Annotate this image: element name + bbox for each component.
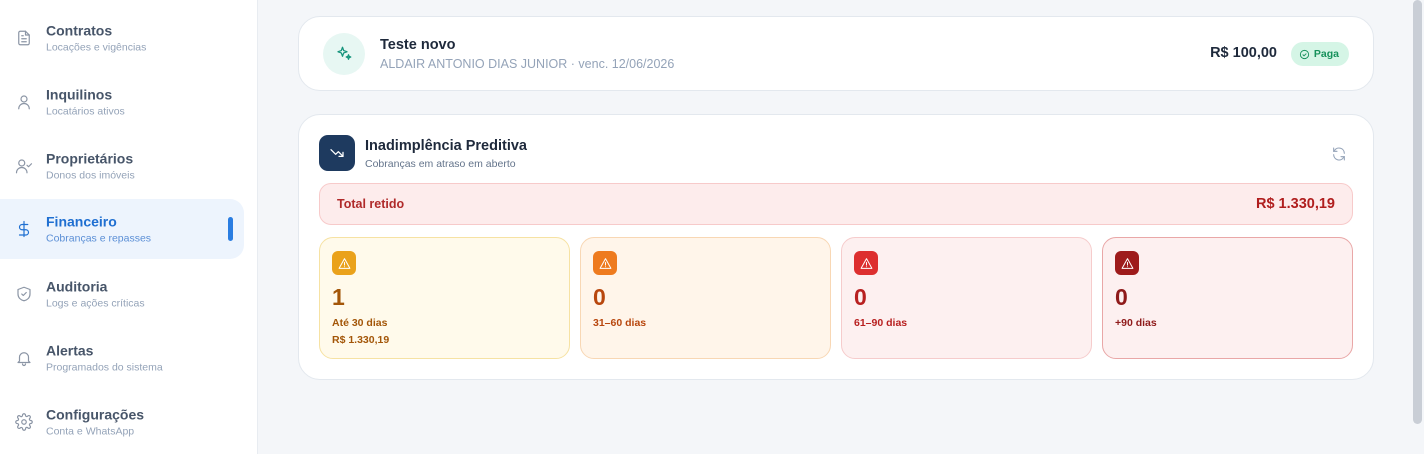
total-retido-bar: Total retido R$ 1.330,19: [319, 183, 1353, 225]
sidebar-item-alertas[interactable]: Alertas Programados do sistema: [0, 328, 244, 388]
bucket-label: 61–90 dias: [854, 317, 908, 329]
sidebar-item-title: Alertas: [46, 342, 94, 359]
bucket-count: 1: [332, 284, 345, 310]
sidebar-item-title: Auditoria: [46, 278, 108, 295]
sidebar-item-subtitle: Logs e ações críticas: [46, 297, 145, 310]
sparkles-icon: [323, 33, 365, 75]
active-indicator: [228, 217, 233, 241]
bucket-count: 0: [854, 284, 867, 310]
user-icon: [14, 92, 34, 112]
bucket-amount: R$ 1.330,19: [332, 334, 390, 346]
sidebar-item-inquilinos[interactable]: Inquilinos Locatários ativos: [0, 72, 244, 132]
bucket-label: 31–60 dias: [593, 317, 647, 329]
sidebar-item-title: Financeiro: [46, 213, 117, 230]
warning-icon: [332, 251, 356, 275]
sidebar-item-financeiro[interactable]: Financeiro Cobranças e repasses: [0, 199, 244, 259]
sidebar-item-title: Configurações: [46, 406, 145, 423]
bucket-label: Até 30 dias: [332, 317, 388, 329]
total-retido-value: R$ 1.330,19: [1255, 196, 1335, 212]
sidebar-item-subtitle: Conta e WhatsApp: [46, 425, 135, 438]
bucket-ate-30-dias[interactable]: 1 Até 30 dias R$ 1.330,19: [319, 237, 570, 359]
bucket-61-90-dias[interactable]: 0 61–90 dias: [841, 237, 1092, 359]
sidebar-item-proprietarios[interactable]: Proprietários Donos dos imóveis: [0, 136, 244, 196]
payment-title: Teste novo: [380, 37, 456, 53]
sidebar-item-auditoria[interactable]: Auditoria Logs e ações críticas: [0, 264, 244, 324]
bucket-count: 0: [593, 284, 606, 310]
dollar-icon: [14, 219, 34, 239]
warning-icon: [854, 251, 878, 275]
bucket-count: 0: [1115, 284, 1128, 310]
payment-amount: R$ 100,00: [1210, 45, 1277, 61]
sidebar-item-configuracoes[interactable]: Configurações Conta e WhatsApp: [0, 392, 244, 452]
check-circle-icon: [1299, 49, 1309, 59]
payment-card[interactable]: Teste novo ALDAIR ANTONIO DIAS JUNIOR · …: [298, 16, 1374, 91]
bell-icon: [14, 348, 34, 368]
gear-icon: [14, 412, 34, 432]
scrollbar[interactable]: [1413, 0, 1422, 424]
user-check-icon: [14, 156, 34, 176]
sidebar-item-subtitle: Locações e vigências: [46, 41, 147, 54]
sidebar-item-subtitle: Locatários ativos: [46, 105, 125, 118]
sidebar-item-subtitle: Donos dos imóveis: [46, 169, 135, 182]
sidebar-item-title: Contratos: [46, 22, 113, 39]
warning-icon: [1115, 251, 1139, 275]
shield-check-icon: [14, 284, 34, 304]
status-badge-label: Paga: [1313, 48, 1339, 60]
payment-subtitle: ALDAIR ANTONIO DIAS JUNIOR · venc. 12/06…: [380, 57, 675, 71]
inadimplencia-subtitle: Cobranças em atraso em aberto: [365, 158, 516, 170]
sidebar-item-subtitle: Programados do sistema: [46, 361, 163, 374]
sidebar-item-title: Proprietários: [46, 150, 134, 167]
warning-icon: [593, 251, 617, 275]
trending-down-icon: [319, 135, 355, 171]
sidebar: Contratos Locações e vigências Inquilino…: [0, 0, 258, 454]
inadimplencia-title: Inadimplência Preditiva: [365, 138, 527, 154]
bucket-mais-90-dias[interactable]: 0 +90 dias: [1102, 237, 1353, 359]
refresh-icon[interactable]: [1331, 146, 1347, 162]
bucket-label: +90 dias: [1115, 317, 1157, 329]
sidebar-item-contratos[interactable]: Contratos Locações e vigências: [0, 8, 244, 68]
inadimplencia-card: Inadimplência Preditiva Cobranças em atr…: [298, 114, 1374, 380]
total-retido-label: Total retido: [337, 197, 405, 211]
bucket-31-60-dias[interactable]: 0 31–60 dias: [580, 237, 831, 359]
status-badge: Paga: [1290, 42, 1349, 66]
document-icon: [14, 28, 34, 48]
sidebar-item-subtitle: Cobranças e repasses: [46, 232, 152, 245]
sidebar-item-title: Inquilinos: [46, 86, 113, 103]
